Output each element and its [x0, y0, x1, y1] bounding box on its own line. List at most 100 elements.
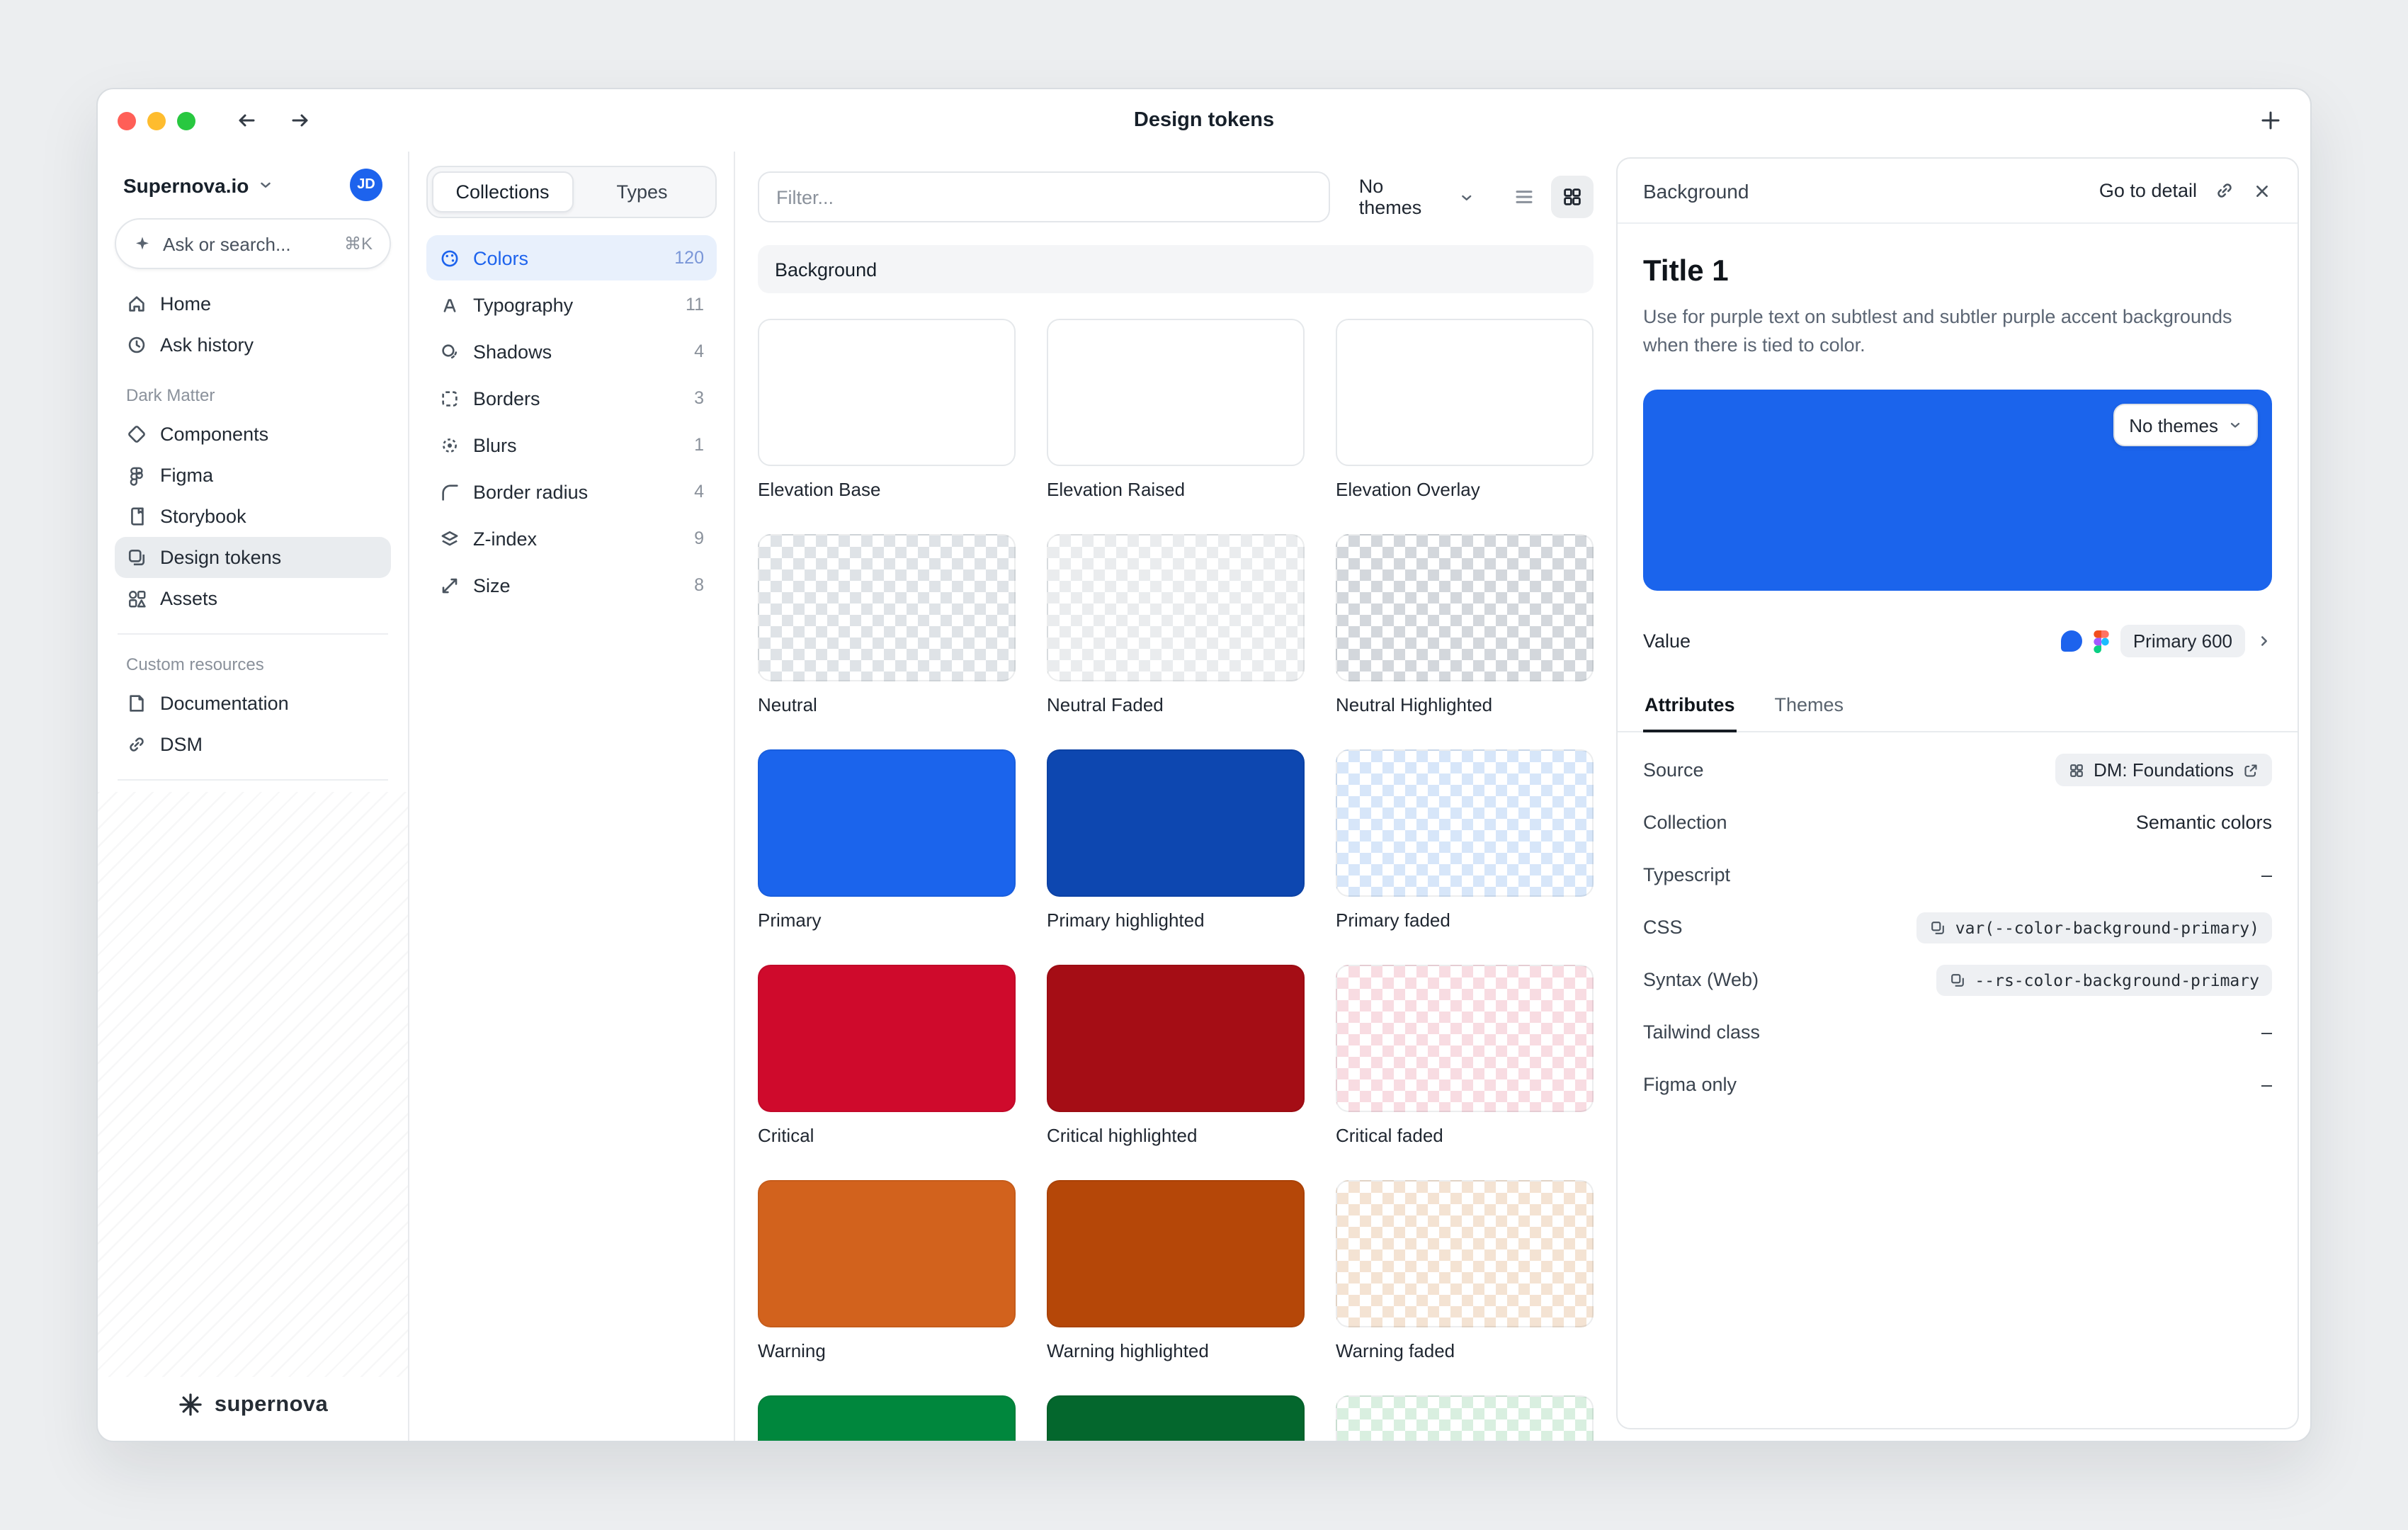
filter-input[interactable]: [758, 171, 1331, 222]
tab-themes[interactable]: Themes: [1773, 694, 1846, 731]
color-swatch[interactable]: [1047, 749, 1305, 897]
token-card[interactable]: Primary: [758, 749, 1016, 931]
tab-collections[interactable]: Collections: [432, 171, 573, 212]
value-token-pill[interactable]: Primary 600: [2120, 625, 2245, 657]
token-type-typography[interactable]: Typography 11: [426, 282, 717, 327]
themes-dropdown[interactable]: No themes: [1345, 166, 1489, 228]
workspace-switcher[interactable]: Supernova.io JD: [115, 163, 391, 215]
sidebar-item-documentation[interactable]: Documentation: [115, 683, 391, 724]
color-swatch[interactable]: [758, 534, 1016, 681]
token-type-border-radius[interactable]: Border radius 4: [426, 469, 717, 514]
color-swatch[interactable]: [758, 319, 1016, 466]
forward-button[interactable]: [280, 101, 320, 140]
sidebar-item-components[interactable]: Components: [115, 414, 391, 455]
list-view-button[interactable]: [1503, 176, 1545, 218]
minimize-window-button[interactable]: [147, 111, 166, 130]
maximize-window-button[interactable]: [177, 111, 195, 130]
token-type-colors[interactable]: Colors 120: [426, 235, 717, 280]
color-swatch[interactable]: [1047, 534, 1305, 681]
color-swatch[interactable]: [1336, 1180, 1594, 1327]
attr-row-syntax-web: Syntax (Web) --rs-color-background-prima…: [1643, 953, 2272, 1006]
sidebar-item-storybook[interactable]: Storybook: [115, 496, 391, 537]
sidebar-item-assets[interactable]: Assets: [115, 578, 391, 619]
token-count: 1: [694, 435, 704, 455]
sidebar-item-ask-history[interactable]: Ask history: [115, 324, 391, 366]
color-swatch[interactable]: [1047, 1180, 1305, 1327]
tab-attributes[interactable]: Attributes: [1643, 694, 1737, 731]
value-token-name: Primary 600: [2133, 630, 2232, 652]
color-swatch[interactable]: [758, 1180, 1016, 1327]
token-type-blurs[interactable]: Blurs 1: [426, 422, 717, 468]
token-type-size[interactable]: Size 8: [426, 562, 717, 608]
swatch-label: Elevation Raised: [1047, 479, 1305, 500]
color-swatch[interactable]: [1336, 319, 1594, 466]
chevron-right-icon[interactable]: [2256, 633, 2272, 649]
token-card[interactable]: Warning highlighted: [1047, 1180, 1305, 1361]
token-card[interactable]: Elevation Base: [758, 319, 1016, 500]
token-card[interactable]: Neutral Highlighted: [1336, 534, 1594, 715]
grid-view-button[interactable]: [1551, 176, 1594, 218]
color-swatch[interactable]: [1047, 319, 1305, 466]
sidebar-item-design-tokens[interactable]: Design tokens: [115, 537, 391, 578]
token-count: 4: [694, 482, 704, 502]
go-to-detail-link[interactable]: Go to detail: [2099, 180, 2197, 201]
source-pill[interactable]: DM: Foundations: [2055, 754, 2272, 786]
section-header[interactable]: Background: [758, 245, 1594, 293]
color-swatch[interactable]: [758, 749, 1016, 897]
swatch-label: Primary highlighted: [1047, 910, 1305, 931]
token-card[interactable]: Warning faded: [1336, 1180, 1594, 1361]
sidebar-item-label: Storybook: [160, 506, 246, 527]
sidebar-item-dsm[interactable]: DSM: [115, 724, 391, 765]
token-card[interactable]: Primary highlighted: [1047, 749, 1305, 931]
add-button[interactable]: [2251, 101, 2290, 140]
token-type-z-index[interactable]: Z-index 9: [426, 516, 717, 561]
color-swatch[interactable]: [1336, 534, 1594, 681]
token-card[interactable]: Elevation Raised: [1047, 319, 1305, 500]
color-swatch[interactable]: [1336, 749, 1594, 897]
color-swatch[interactable]: [1047, 1395, 1305, 1441]
close-window-button[interactable]: [118, 111, 136, 130]
token-type-borders[interactable]: Borders 3: [426, 375, 717, 421]
sidebar-item-home[interactable]: Home: [115, 283, 391, 324]
token-card[interactable]: [1047, 1395, 1305, 1441]
color-swatch[interactable]: [1336, 1395, 1594, 1441]
syntax-value-pill[interactable]: --rs-color-background-primary: [1936, 964, 2272, 995]
copy-link-button[interactable]: [2214, 180, 2235, 201]
page-title: Design tokens: [98, 109, 2310, 132]
token-card[interactable]: [1336, 1395, 1594, 1441]
color-swatch[interactable]: [758, 965, 1016, 1112]
token-type-shadows[interactable]: Shadows 4: [426, 329, 717, 374]
token-list-panel: Collections Types Colors 120 Typography …: [409, 152, 735, 1441]
token-card[interactable]: Neutral Faded: [1047, 534, 1305, 715]
color-swatch[interactable]: [1336, 965, 1594, 1112]
back-button[interactable]: [227, 101, 266, 140]
preview-themes-dropdown[interactable]: No themes: [2113, 404, 2258, 446]
token-card[interactable]: [758, 1395, 1016, 1441]
swatch-label: Critical highlighted: [1047, 1125, 1305, 1146]
sidebar-item-figma[interactable]: Figma: [115, 455, 391, 496]
token-count: 9: [694, 528, 704, 548]
token-card[interactable]: Warning: [758, 1180, 1016, 1361]
token-card[interactable]: Elevation Overlay: [1336, 319, 1594, 500]
syntax-variable: --rs-color-background-primary: [1975, 970, 2259, 990]
token-card[interactable]: Neutral: [758, 534, 1016, 715]
token-type-label: Z-index: [473, 528, 537, 549]
search-input[interactable]: Ask or search... ⌘K: [115, 218, 391, 269]
token-color-chip: [2061, 630, 2082, 652]
token-card[interactable]: Critical: [758, 965, 1016, 1146]
tab-types[interactable]: Types: [573, 171, 711, 212]
sidebar-item-label: Assets: [160, 588, 217, 609]
close-panel-button[interactable]: [2252, 181, 2272, 200]
border-radius-icon: [439, 481, 460, 502]
token-card[interactable]: Critical highlighted: [1047, 965, 1305, 1146]
copy-icon: [1949, 971, 1966, 988]
token-count: 11: [686, 295, 704, 314]
color-swatch[interactable]: [758, 1395, 1016, 1441]
token-card[interactable]: Primary faded: [1336, 749, 1594, 931]
token-title: Title 1: [1643, 255, 2272, 289]
css-value-pill[interactable]: var(--color-background-primary): [1917, 912, 2272, 943]
attr-row-css: CSS var(--color-background-primary): [1643, 901, 2272, 953]
avatar[interactable]: JD: [350, 169, 382, 201]
token-card[interactable]: Critical faded: [1336, 965, 1594, 1146]
color-swatch[interactable]: [1047, 965, 1305, 1112]
